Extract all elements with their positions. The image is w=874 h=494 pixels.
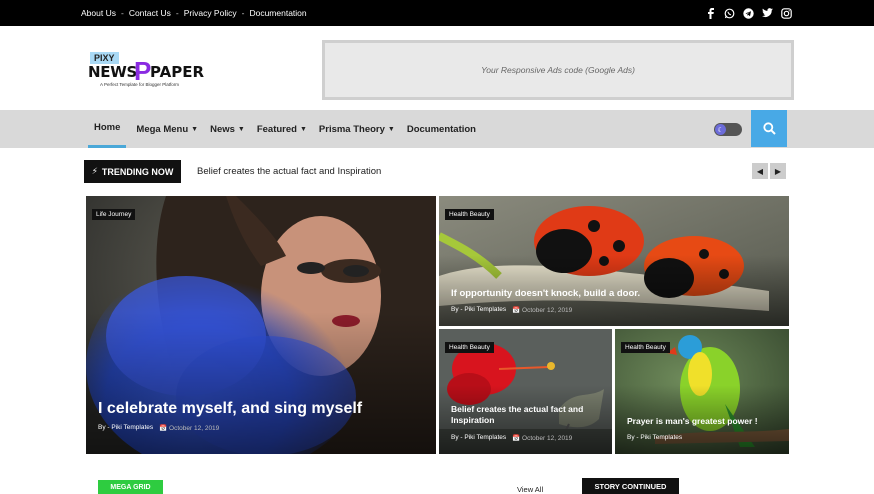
- social-icons: [705, 0, 792, 26]
- post-author[interactable]: By - Piki Templates: [98, 424, 153, 432]
- telegram-icon[interactable]: [743, 7, 754, 19]
- search-icon: [762, 122, 776, 135]
- chevron-left-icon[interactable]: ◀: [752, 163, 768, 179]
- post-meta: By - Piki Templates 📅 October 12, 2019: [98, 424, 219, 432]
- category-badge[interactable]: Life Journey: [92, 209, 136, 220]
- nav-item-label: News: [210, 123, 235, 135]
- nav-item-featured[interactable]: Featured ▼: [257, 124, 307, 135]
- site-logo[interactable]: PIXY NEWS P PAPER A Perfect Template for…: [88, 51, 208, 91]
- post-author[interactable]: By - Piki Templates: [451, 434, 506, 442]
- chevron-right-icon[interactable]: ▶: [770, 163, 786, 179]
- view-all-link[interactable]: View All: [517, 485, 543, 494]
- trending-badge: ⚡ TRENDING NOW: [84, 160, 181, 183]
- category-badge[interactable]: Health Beauty: [621, 342, 670, 353]
- logo-tagline: A Perfect Template for Blogger Platform: [100, 82, 179, 87]
- post-meta: By - Piki Templates: [627, 434, 682, 441]
- ad-banner[interactable]: Your Responsive Ads code (Google Ads): [322, 40, 794, 100]
- post-meta: By - Piki Templates 📅 October 12, 2019: [451, 306, 572, 314]
- category-badge[interactable]: Health Beauty: [445, 209, 494, 220]
- image-overlay: [86, 312, 436, 454]
- ad-text: Your Responsive Ads code (Google Ads): [481, 65, 635, 75]
- contact-us-link[interactable]: Contact Us: [129, 8, 171, 18]
- post-date: 📅 October 12, 2019: [512, 435, 573, 442]
- top-bar: About Us - Contact Us - Privacy Policy -…: [0, 0, 874, 26]
- trending-headline[interactable]: Belief creates the actual fact and Inspi…: [197, 160, 381, 183]
- nav-item-label: Prisma Theory: [318, 123, 385, 135]
- logo-news: NEWS: [88, 63, 137, 81]
- category-badge[interactable]: Health Beauty: [445, 342, 494, 353]
- nav-item-home[interactable]: Home: [88, 110, 127, 148]
- post-card[interactable]: Health Beauty Belief creates the actual …: [439, 329, 612, 454]
- featured-post-card[interactable]: Life Journey I celebrate myself, and sin…: [86, 196, 436, 454]
- logo-paper: PAPER: [150, 63, 205, 81]
- nav-item-label: Mega Menu: [136, 123, 189, 135]
- search-button[interactable]: [751, 110, 787, 147]
- lightning-icon: ⚡: [91, 166, 98, 176]
- about-us-link[interactable]: About Us: [81, 8, 116, 18]
- post-title[interactable]: I celebrate myself, and sing myself: [98, 399, 418, 420]
- separator: -: [241, 8, 245, 18]
- post-title[interactable]: If opportunity doesn't knock, build a do…: [451, 288, 771, 300]
- privacy-policy-link[interactable]: Privacy Policy: [184, 8, 237, 18]
- post-meta: By - Piki Templates 📅 October 12, 2019: [451, 434, 572, 442]
- chevron-down-icon: ▼: [191, 125, 199, 133]
- top-links: About Us - Contact Us - Privacy Policy -…: [81, 0, 307, 26]
- post-card[interactable]: Health Beauty If opportunity doesn't kno…: [439, 196, 789, 326]
- post-date: 📅 October 12, 2019: [512, 307, 573, 314]
- separator: -: [120, 8, 124, 18]
- post-author[interactable]: By - Piki Templates: [627, 434, 682, 441]
- moon-icon: ☾: [715, 124, 726, 135]
- main-navbar: Home Mega Menu ▼ News ▼ Featured ▼ Prisma T…: [0, 110, 874, 148]
- chevron-down-icon: ▼: [237, 125, 245, 133]
- chevron-down-icon: ▼: [387, 125, 395, 133]
- separator: -: [175, 8, 179, 18]
- dark-mode-toggle[interactable]: ☾: [714, 123, 742, 136]
- post-title[interactable]: Prayer is man's greatest power !: [627, 416, 787, 427]
- trending-label: TRENDING NOW: [101, 166, 174, 177]
- post-title[interactable]: Belief creates the actual fact and Inspi…: [451, 404, 606, 426]
- nav-item-documentation[interactable]: Documentation: [407, 124, 476, 135]
- chevron-down-icon: ▼: [299, 125, 307, 133]
- trending-arrows: ◀ ▶: [752, 163, 786, 179]
- documentation-link[interactable]: Documentation: [249, 8, 306, 18]
- nav-item-label: Documentation: [406, 123, 476, 135]
- twitter-icon[interactable]: [762, 8, 773, 19]
- nav-item-label: Featured: [256, 123, 297, 135]
- post-author[interactable]: By - Piki Templates: [451, 306, 506, 314]
- post-date: 📅 October 12, 2019: [159, 425, 220, 432]
- facebook-icon[interactable]: [705, 7, 716, 19]
- nav-item-news[interactable]: News ▼: [210, 124, 245, 135]
- whatsapp-icon[interactable]: [724, 8, 735, 19]
- nav-item-mega-menu[interactable]: Mega Menu ▼: [136, 124, 198, 135]
- nav-item-prisma-theory[interactable]: Prisma Theory ▼: [319, 124, 395, 135]
- nav-menu: Home Mega Menu ▼ News ▼ Featured ▼ Prisma T…: [88, 110, 488, 148]
- instagram-icon[interactable]: [781, 7, 792, 19]
- nav-item-label: Home: [94, 122, 121, 133]
- post-card[interactable]: Health Beauty Prayer is man's greatest p…: [615, 329, 789, 454]
